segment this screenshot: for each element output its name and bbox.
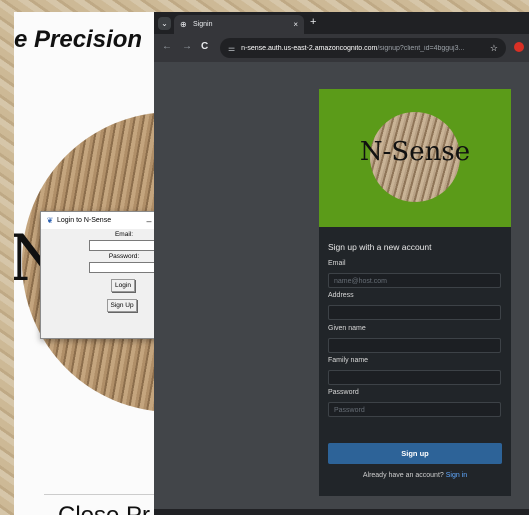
site-info-icon[interactable]: ⚌ [228, 44, 235, 53]
sign-in-prompt: Already have an account? Sign in [319, 472, 511, 479]
new-tab-button[interactable]: + [310, 16, 316, 28]
browser-bottom-edge [154, 509, 529, 515]
reload-icon[interactable]: C [201, 41, 208, 52]
extension-icon[interactable] [514, 42, 524, 52]
globe-icon: ⊕ [180, 20, 187, 29]
background-app-title: e Precision [14, 26, 143, 53]
sign-up-button[interactable]: Sign up [328, 443, 502, 464]
given-name-label: Given name [328, 325, 366, 332]
tab-signin[interactable]: ⊕ Signin × [174, 15, 304, 34]
tab-strip: ⌄ ⊕ Signin × + [154, 12, 529, 34]
email-field[interactable] [89, 240, 159, 251]
browser-toolbar: ← → C ⚌ n-sense.auth.us-east-2.amazoncog… [154, 34, 529, 62]
password-label: Password [328, 389, 359, 396]
family-name-input[interactable] [328, 370, 501, 385]
password-field[interactable] [89, 262, 159, 273]
tab-close-icon[interactable]: × [293, 20, 298, 29]
address-label: Address [328, 292, 354, 299]
divider [44, 494, 164, 495]
given-name-input[interactable] [328, 338, 501, 353]
url-path: /signup?client_id=4bgguj3... [377, 44, 465, 52]
browser-window: ⌄ ⊕ Signin × + ← → C ⚌ n-sense.auth.us-e… [154, 12, 529, 515]
sign-in-link[interactable]: Sign in [446, 472, 467, 479]
url-text: n-sense.auth.us-east-2.amazoncognito.com… [241, 45, 483, 52]
page-content: N-Sense Sign up with a new account Email… [154, 62, 529, 515]
logo-text: N-Sense [359, 137, 471, 167]
login-button[interactable]: Login [111, 279, 135, 292]
background-app-footer-text: Close Pr [58, 502, 150, 515]
brand-banner: N-Sense [319, 89, 511, 227]
signup-card: N-Sense Sign up with a new account Email… [319, 89, 511, 496]
password-input[interactable]: Password [328, 402, 501, 417]
dialog-title: Login to N-Sense [57, 217, 112, 224]
forward-icon[interactable]: → [182, 41, 192, 52]
already-text: Already have an account? [362, 472, 444, 479]
family-name-label: Family name [328, 357, 369, 364]
form-heading: Sign up with a new account [328, 242, 432, 252]
signup-dialog-button[interactable]: Sign Up [107, 299, 137, 312]
address-bar[interactable]: ⚌ n-sense.auth.us-east-2.amazoncognito.c… [220, 38, 506, 58]
url-host: n-sense.auth.us-east-2.amazoncognito.com [241, 44, 378, 52]
tab-search-icon[interactable]: ⌄ [158, 17, 171, 30]
back-icon[interactable]: ← [162, 41, 172, 52]
tab-title: Signin [193, 21, 213, 28]
address-input[interactable] [328, 305, 501, 320]
bookmark-star-icon[interactable]: ☆ [490, 43, 498, 54]
email-label: Email [328, 260, 346, 267]
email-input[interactable]: name@host.com [328, 273, 501, 288]
feather-icon: ❦ [46, 216, 54, 225]
